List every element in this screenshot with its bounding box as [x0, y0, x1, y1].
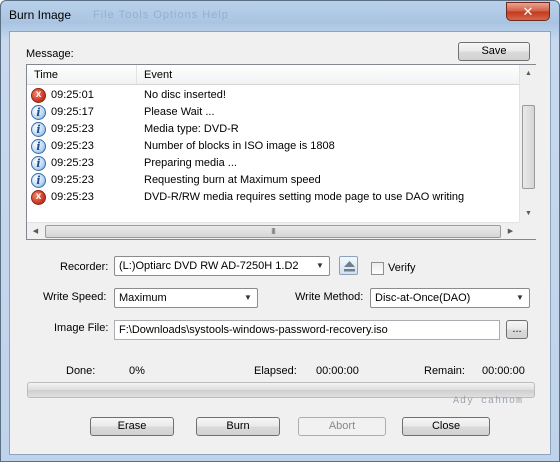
eject-icon	[344, 261, 355, 272]
image-file-label: Image File:	[54, 322, 109, 334]
elapsed-value: 00:00:00	[316, 365, 359, 377]
list-item[interactable]: x 09:25:01 No disc inserted!	[27, 87, 519, 104]
info-icon: i	[31, 156, 46, 171]
image-file-input[interactable]: F:\Downloads\systools-windows-password-r…	[114, 320, 500, 340]
watermark-text: Ady cahnom	[453, 396, 524, 407]
write-speed-label: Write Speed:	[43, 291, 107, 303]
write-method-label: Write Method:	[295, 291, 364, 303]
burn-button[interactable]: Burn	[196, 417, 280, 436]
list-item[interactable]: i 09:25:17 Please Wait ...	[27, 104, 519, 121]
save-button[interactable]: Save	[458, 42, 530, 61]
row-event: Media type: DVD-R	[144, 123, 239, 135]
error-icon: x	[31, 190, 46, 205]
chevron-down-icon: ▼	[516, 293, 524, 302]
window-close-button[interactable]: ✕	[506, 2, 550, 21]
chevron-down-icon: ▼	[244, 293, 252, 302]
row-event: Please Wait ...	[144, 106, 215, 118]
row-event: Number of blocks in ISO image is 1808	[144, 140, 335, 152]
row-event: Preparing media ...	[144, 157, 237, 169]
done-value: 0%	[129, 365, 145, 377]
write-method-select[interactable]: Disc-at-Once(DAO) ▼	[370, 288, 530, 308]
write-speed-select[interactable]: Maximum ▼	[114, 288, 258, 308]
title-bar[interactable]: Burn Image File Tools Options Help ✕	[1, 1, 559, 29]
browse-button[interactable]: ...	[506, 320, 528, 339]
row-event: No disc inserted!	[144, 89, 226, 101]
dialog-client-area: Message: Save Time Event x 09:25:01 No dis…	[9, 31, 551, 455]
row-time: 09:25:23	[51, 123, 94, 135]
horizontal-scroll-thumb[interactable]: III	[45, 225, 501, 238]
elapsed-label: Elapsed:	[254, 365, 297, 377]
list-item[interactable]: i 09:25:23 Preparing media ...	[27, 155, 519, 172]
horizontal-scrollbar[interactable]: ◀ III ▶	[27, 222, 519, 239]
info-icon: i	[31, 173, 46, 188]
recorder-label: Recorder:	[60, 261, 109, 273]
row-event: DVD-R/RW media requires setting mode pag…	[144, 191, 465, 203]
scroll-up-icon[interactable]: ▲	[520, 65, 537, 82]
verify-label[interactable]: Verify	[388, 262, 416, 274]
ghost-menu-bar: File Tools Options Help	[93, 9, 229, 21]
scroll-left-icon[interactable]: ◀	[27, 223, 44, 240]
image-file-value: F:\Downloads\systools-windows-password-r…	[119, 324, 388, 336]
done-label: Done:	[66, 365, 96, 377]
message-list[interactable]: Time Event x 09:25:01 No disc inserted! i 09…	[26, 64, 536, 240]
row-time: 09:25:23	[51, 191, 94, 203]
row-time: 09:25:01	[51, 89, 94, 101]
list-item[interactable]: i 09:25:23 Number of blocks in ISO image i…	[27, 138, 519, 155]
chevron-down-icon: ▼	[316, 261, 324, 270]
close-button[interactable]: Close	[402, 417, 490, 436]
verify-checkbox[interactable]	[371, 262, 384, 275]
remain-label: Remain:	[424, 365, 465, 377]
close-icon: ✕	[522, 4, 534, 19]
column-header-event[interactable]: Event	[138, 65, 519, 84]
row-time: 09:25:23	[51, 157, 94, 169]
erase-button[interactable]: Erase	[90, 417, 174, 436]
info-icon: i	[31, 139, 46, 154]
list-item[interactable]: i 09:25:23 Requesting burn at Maximum spee…	[27, 172, 519, 189]
write-method-value: Disc-at-Once(DAO)	[375, 292, 471, 304]
column-header-time[interactable]: Time	[27, 65, 137, 84]
write-speed-value: Maximum	[119, 292, 167, 304]
recorder-select[interactable]: (L:)Optiarc DVD RW AD-7250H 1.D2 ▼	[114, 256, 330, 276]
remain-value: 00:00:00	[482, 365, 525, 377]
row-time: 09:25:17	[51, 106, 94, 118]
recorder-value: (L:)Optiarc DVD RW AD-7250H 1.D2	[119, 260, 299, 272]
row-time: 09:25:23	[51, 140, 94, 152]
burn-image-window: Burn Image File Tools Options Help ✕ Mes…	[0, 0, 560, 462]
row-time: 09:25:23	[51, 174, 94, 186]
scrollbar-corner	[519, 222, 536, 239]
list-header: Time Event	[27, 65, 519, 85]
error-icon: x	[31, 88, 46, 103]
vertical-scroll-thumb[interactable]	[522, 105, 535, 189]
eject-button[interactable]	[339, 256, 358, 275]
vertical-scrollbar[interactable]: ▲ ▼	[519, 65, 536, 222]
message-label: Message:	[26, 48, 74, 60]
list-item[interactable]: i 09:25:23 Media type: DVD-R	[27, 121, 519, 138]
info-icon: i	[31, 122, 46, 137]
list-item[interactable]: x 09:25:23 DVD-R/RW media requires setting…	[27, 189, 519, 206]
row-event: Requesting burn at Maximum speed	[144, 174, 321, 186]
info-icon: i	[31, 105, 46, 120]
abort-button: Abort	[298, 417, 386, 436]
window-title: Burn Image	[9, 8, 72, 22]
scroll-right-icon[interactable]: ▶	[502, 223, 519, 240]
scroll-down-icon[interactable]: ▼	[520, 205, 537, 222]
